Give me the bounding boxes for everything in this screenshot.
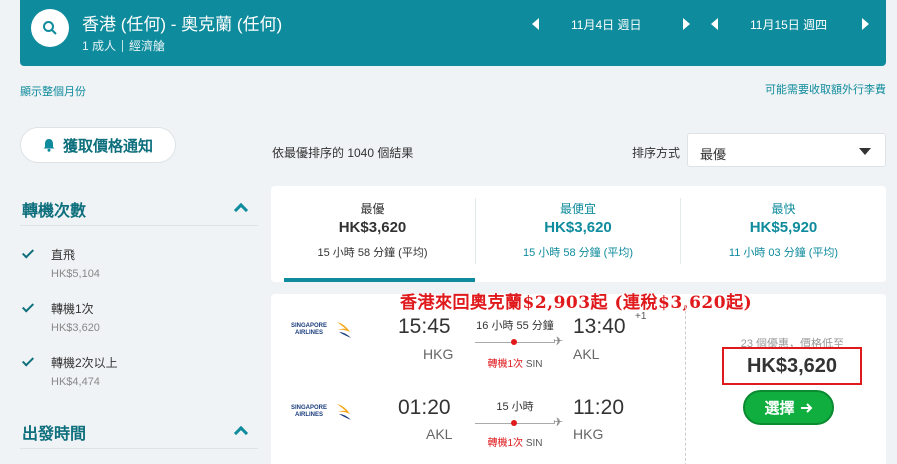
depart-time-filter-title[interactable]: 出發時間 [22, 420, 86, 444]
plane-icon: ✈ [553, 334, 564, 348]
arrow-right-icon [800, 402, 812, 413]
tab-price: HK$5,920 [749, 219, 818, 236]
sort-select[interactable]: 最優 [687, 133, 886, 167]
outbound-duration: 16 小時 55 分鐘 [476, 320, 554, 332]
sort-tabs: 最優 HK$3,620 15 小時 58 分鐘 (平均) 最便宜 HK$3,62… [271, 186, 886, 282]
route-details[interactable]: 1 成人 經濟艙 [82, 37, 165, 54]
stops-count: 轉機1次 [487, 359, 524, 370]
tab-duration: 15 小時 58 分鐘 (平均) [522, 247, 634, 259]
inbound-stops: 轉機1次 SIN [470, 434, 560, 449]
prev-depart-date-icon[interactable] [532, 18, 539, 30]
return-date[interactable]: 11月15日 週四 [750, 16, 848, 33]
active-tab-indicator [284, 278, 475, 282]
stop-option-price: HK$5,104 [51, 268, 100, 280]
outbound-depart-time: 15:45 [398, 315, 451, 338]
next-return-date-icon[interactable] [862, 18, 869, 30]
stop-option-label[interactable]: 轉機1次 [51, 300, 94, 317]
stop-option-price: HK$3,620 [51, 322, 100, 334]
select-button[interactable]: 選擇 [743, 390, 834, 425]
checkbox-nonstop[interactable] [22, 247, 36, 261]
tab-duration: 15 小時 58 分鐘 (平均) [317, 247, 428, 259]
outbound-stops: 轉機1次 SIN [470, 355, 560, 370]
tab-best[interactable]: 最優 HK$3,620 15 小時 58 分鐘 (平均) [271, 186, 474, 282]
plane-icon: ✈ [553, 415, 564, 429]
tab-price: HK$3,620 [338, 219, 407, 236]
inbound-depart-time: 01:20 [398, 396, 451, 419]
tab-label: 最便宜 [559, 202, 596, 216]
divider [122, 39, 124, 52]
bird-icon [337, 404, 351, 420]
caret-down-icon [859, 148, 871, 155]
divider [20, 448, 258, 449]
stop-option-price: HK$4,474 [51, 376, 100, 388]
divider [685, 306, 686, 464]
stop-option-label[interactable]: 轉機2次以上 [51, 354, 118, 371]
outbound-arrive-time: 13:40 [573, 315, 626, 338]
tab-label: 最優 [360, 202, 385, 216]
price-alert-button[interactable]: 獲取價格通知 [20, 127, 176, 163]
inbound-arrive-airport: HKG [573, 426, 604, 442]
depart-date-picker: 11月4日 週日 [532, 14, 690, 34]
inbound-depart-airport: AKL [426, 426, 453, 442]
tab-duration: 11 小時 03 分鐘 (平均) [728, 247, 839, 259]
stop-dot [511, 420, 517, 426]
depart-date[interactable]: 11月4日 週日 [571, 16, 669, 33]
day-offset: +1 [635, 311, 647, 322]
cabin-class: 經濟艙 [129, 39, 166, 53]
collapse-stops-icon[interactable] [233, 202, 249, 218]
airline-name: SINGAPORE AIRLINES [290, 323, 327, 336]
inbound-duration: 15 小時 [496, 401, 534, 413]
stops-via: SIN [525, 438, 543, 449]
prev-return-date-icon[interactable] [711, 18, 718, 30]
airline-name: SINGAPORE AIRLINES [290, 405, 327, 418]
route-title[interactable]: 香港 (任何) - 奧克蘭 (任何) [82, 10, 282, 35]
stops-via: SIN [525, 359, 543, 370]
search-header: 香港 (任何) - 奧克蘭 (任何) 1 成人 經濟艙 11月4日 週日 11月… [20, 0, 886, 66]
stops-count: 轉機1次 [487, 438, 524, 449]
divider [20, 225, 258, 226]
promo-annotation: 香港來回奧克蘭$2,903起 (連稅$3,620起) [400, 293, 753, 313]
tab-fastest[interactable]: 最快 HK$5,920 11 小時 03 分鐘 (平均) [681, 186, 886, 282]
select-button-label: 選擇 [764, 400, 795, 417]
airline-logo: SINGAPORE AIRLINES [287, 402, 353, 422]
return-date-picker: 11月15日 週四 [711, 14, 869, 34]
search-button[interactable] [31, 9, 69, 47]
result-price: HK$3,620 [722, 347, 862, 385]
stop-dot [511, 339, 517, 345]
outbound-arrive-airport: AKL [573, 346, 600, 362]
tab-label: 最快 [771, 202, 796, 216]
bell-icon [43, 139, 55, 152]
collapse-depart-time-icon[interactable] [233, 425, 249, 441]
bird-icon [337, 322, 351, 338]
tab-cheapest[interactable]: 最便宜 HK$3,620 15 小時 58 分鐘 (平均) [476, 186, 680, 282]
sort-value: 最優 [700, 147, 727, 162]
checkbox-two-plus-stops[interactable] [22, 355, 36, 369]
airline-logo: SINGAPORE AIRLINES [287, 320, 353, 340]
price-alert-label: 獲取價格通知 [62, 137, 153, 155]
stop-option-label[interactable]: 直飛 [51, 246, 75, 263]
extra-fees-link[interactable]: 可能需要收取額外行李費 [765, 81, 886, 97]
passenger-count: 1 成人 [82, 39, 117, 53]
stops-filter-title[interactable]: 轉機次數 [22, 197, 86, 221]
inbound-arrive-time: 11:20 [573, 396, 624, 419]
search-icon [43, 21, 57, 35]
next-depart-date-icon[interactable] [683, 18, 690, 30]
show-full-month-link[interactable]: 顯示整個月份 [20, 83, 86, 99]
outbound-depart-airport: HKG [423, 346, 454, 362]
sort-label: 排序方式 [632, 146, 681, 160]
results-count: 依最優排序的 1040 個結果 [272, 146, 414, 160]
tab-price: HK$3,620 [544, 219, 612, 236]
checkbox-one-stop[interactable] [22, 301, 36, 315]
